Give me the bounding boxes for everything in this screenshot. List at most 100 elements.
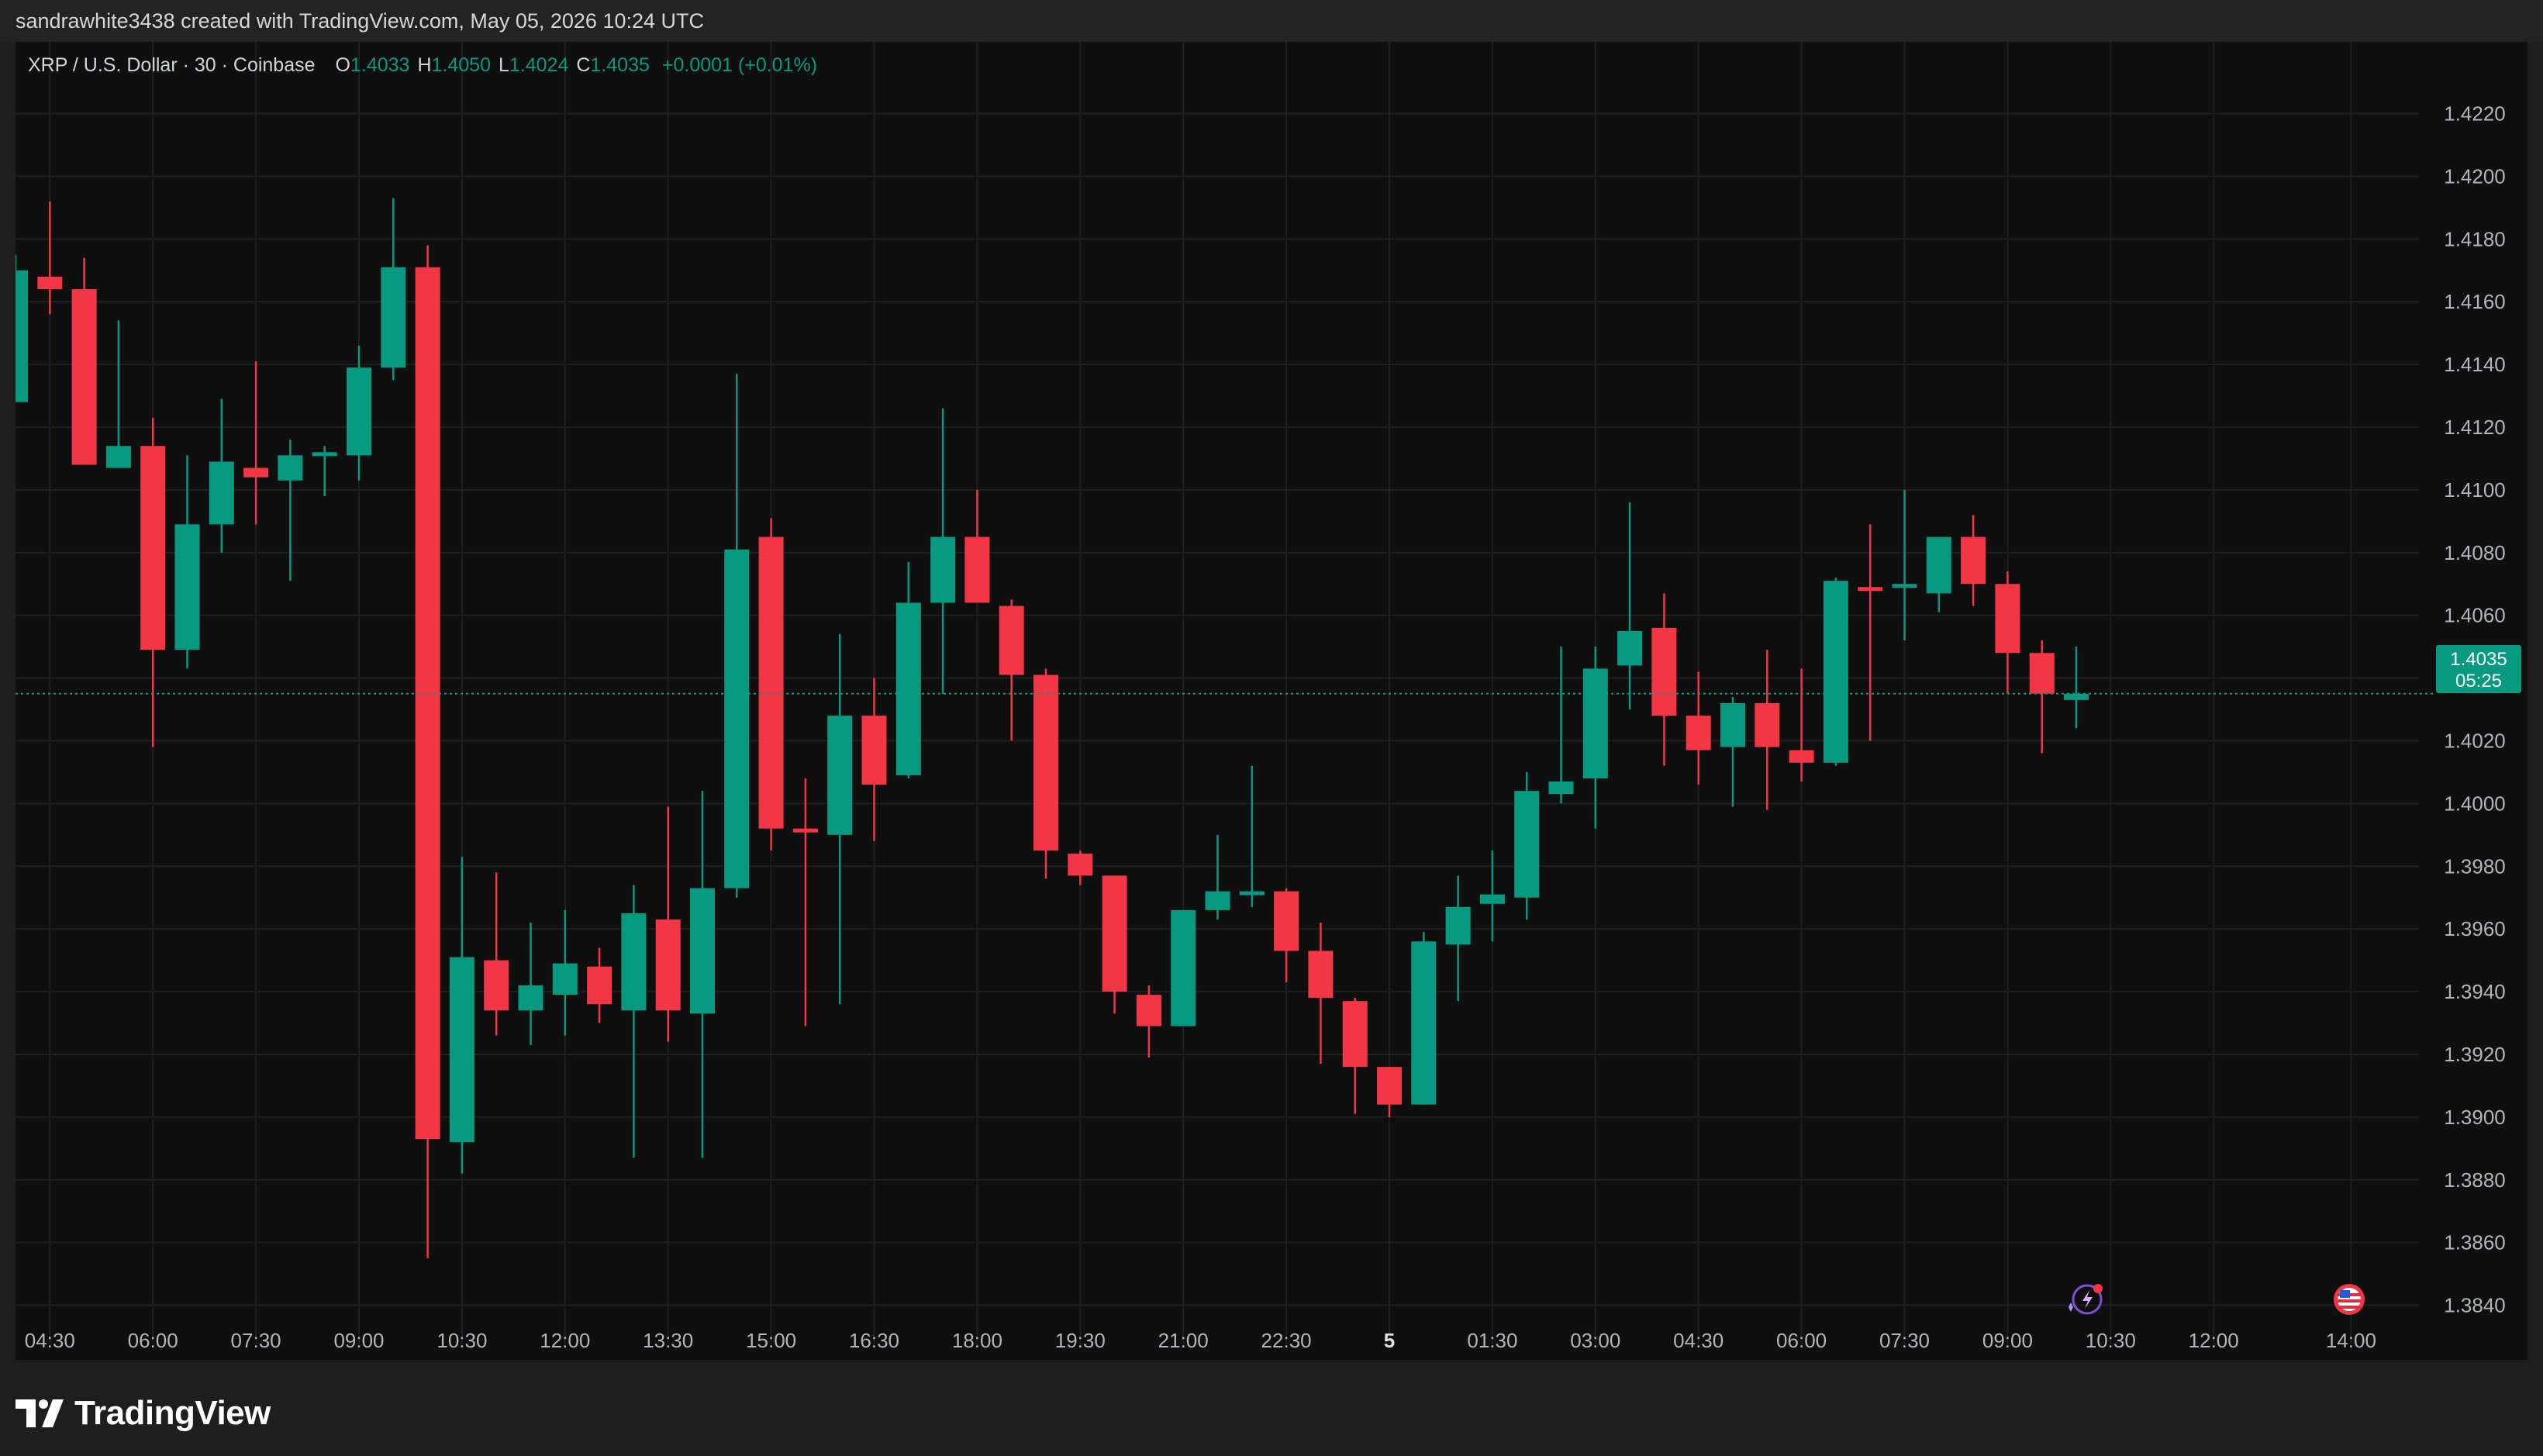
x-tick-label: 13:30 — [643, 1329, 693, 1352]
x-tick-label: 06:00 — [128, 1329, 178, 1352]
candle-body — [930, 537, 956, 603]
x-tick-label: 03:00 — [1570, 1329, 1620, 1352]
y-tick-label: 1.4220 — [2444, 102, 2506, 125]
candle-body — [1858, 587, 1883, 592]
x-tick-label: 5 — [1384, 1329, 1395, 1352]
x-tick-label: 09:00 — [1982, 1329, 2033, 1352]
last-price-tag: 1.4035 05:25 — [2436, 645, 2521, 693]
y-tick-label: 1.4080 — [2444, 541, 2506, 564]
close-value: 1.4035 — [590, 54, 650, 76]
candle-body — [449, 957, 474, 1143]
candle-body — [1136, 995, 1161, 1026]
y-tick-label: 1.4140 — [2444, 353, 2506, 376]
candle-body — [105, 446, 131, 468]
symbol-title[interactable]: XRP / U.S. Dollar · 30 · Coinbase — [28, 54, 316, 76]
x-tick-label: 04:30 — [25, 1329, 75, 1352]
y-tick-label: 1.4060 — [2444, 604, 2506, 627]
candle-body — [587, 966, 612, 1005]
candle-body — [312, 452, 337, 457]
y-tick-label: 1.4020 — [2444, 729, 2506, 752]
x-tick-label: 22:30 — [1261, 1329, 1312, 1352]
x-tick-label: 19:30 — [1055, 1329, 1106, 1352]
candle-body — [758, 537, 784, 829]
candle-body — [71, 288, 97, 465]
high-label: H — [417, 54, 432, 76]
x-tick-label: 10:30 — [2086, 1329, 2136, 1352]
x-tick-label: 09:00 — [333, 1329, 384, 1352]
x-tick-label: 18:00 — [952, 1329, 1002, 1352]
candle-body — [655, 919, 681, 1011]
candle-body — [724, 549, 750, 888]
candle-body — [999, 606, 1024, 675]
x-tick-label: 06:00 — [1776, 1329, 1827, 1352]
candle-body — [381, 267, 406, 368]
candle-body — [209, 461, 234, 525]
candle-body — [37, 276, 63, 289]
y-tick-label: 1.4120 — [2444, 416, 2506, 439]
footer: TradingView — [0, 1360, 2543, 1456]
x-tick-label: 01:30 — [1467, 1329, 1517, 1352]
y-tick-label: 1.4100 — [2444, 478, 2506, 502]
candle-body — [1239, 891, 1265, 895]
candle-body — [347, 367, 371, 456]
symbol-legend: XRP / U.S. Dollar · 30 · Coinbase O1.4033… — [28, 54, 817, 77]
candle-body — [964, 537, 990, 603]
candle-body — [690, 888, 715, 1014]
x-tick-label: 07:30 — [231, 1329, 281, 1352]
sparkle-bolt-icon[interactable] — [2069, 1284, 2103, 1315]
candle-body — [1445, 906, 1471, 945]
y-tick-label: 1.4180 — [2444, 227, 2506, 250]
candle-body — [1892, 584, 1917, 588]
candle-body — [1755, 702, 1780, 747]
candle-body — [16, 270, 28, 402]
candle-body — [518, 985, 543, 1011]
brand-name: TradingView — [74, 1394, 271, 1432]
candle-body — [140, 446, 166, 650]
chart-panel[interactable]: 1.4220 1.4200 1.4180 1.4160 1.4140 1.4120 1.41… — [16, 42, 2527, 1360]
candle-body — [1720, 702, 1745, 747]
x-tick-label: 21:00 — [1158, 1329, 1209, 1352]
candle-body — [792, 828, 818, 833]
x-tick-label: 07:30 — [1879, 1329, 1930, 1352]
low-value: 1.4024 — [509, 54, 569, 76]
change-value: +0.0001 (+0.01%) — [661, 54, 818, 76]
candles — [16, 198, 2089, 1258]
candle-body — [1617, 630, 1643, 666]
us-flag-icon[interactable] — [2334, 1284, 2365, 1315]
close-label: C — [576, 54, 591, 76]
y-tick-label: 1.3940 — [2444, 980, 2506, 1003]
y-tick-label: 1.4000 — [2444, 792, 2506, 815]
candle-body — [2029, 653, 2055, 694]
open-value: 1.4033 — [350, 54, 410, 76]
last-price-label: 1.4035 — [2450, 649, 2507, 670]
candle-body — [1651, 627, 1677, 716]
price-axis[interactable]: 1.4220 1.4200 1.4180 1.4160 1.4140 1.4120 1.41… — [2444, 102, 2506, 1316]
open-label: O — [335, 54, 350, 76]
candle-body — [1205, 891, 1230, 910]
y-tick-label: 1.3900 — [2444, 1106, 2506, 1129]
x-tick-label: 15:00 — [746, 1329, 796, 1352]
y-tick-label: 1.3980 — [2444, 854, 2506, 878]
candle-body — [174, 524, 200, 650]
candle-body — [1686, 716, 1711, 750]
y-tick-label: 1.3880 — [2444, 1168, 2506, 1192]
y-tick-label: 1.3860 — [2444, 1231, 2506, 1254]
candle-body — [415, 267, 440, 1140]
y-tick-label: 1.4200 — [2444, 164, 2506, 188]
candle-body — [1377, 1067, 1402, 1105]
top-bar: sandrawhite3438 created with TradingView… — [0, 0, 2543, 42]
tradingview-logo[interactable]: TradingView — [16, 1394, 271, 1433]
candle-body — [1548, 781, 1574, 795]
y-tick-label: 1.3920 — [2444, 1043, 2506, 1066]
x-tick-label: 14:00 — [2326, 1329, 2376, 1352]
candle-body — [1102, 875, 1127, 992]
candlestick-chart[interactable]: 1.4220 1.4200 1.4180 1.4160 1.4140 1.4120 1.41… — [16, 42, 2527, 1360]
candle-body — [1068, 854, 1093, 876]
x-tick-label: 12:00 — [540, 1329, 590, 1352]
candle-body — [1274, 891, 1299, 951]
candle-body — [278, 455, 303, 481]
candle-body — [1479, 894, 1505, 904]
candle-body — [552, 963, 578, 995]
time-axis[interactable]: 04:30 06:00 07:30 09:00 10:30 12:00 13:30 15:00… — [25, 1329, 2376, 1352]
candle-body — [1582, 668, 1608, 778]
